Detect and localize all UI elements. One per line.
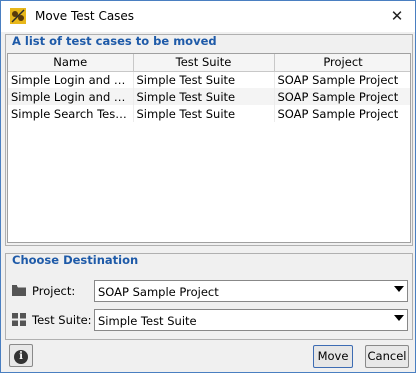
- move-button[interactable]: Move: [313, 345, 353, 368]
- title-bar: Move Test Cases ✕: [1, 1, 415, 32]
- app-icon: [10, 8, 26, 24]
- table-row[interactable]: Simple Search TestCa... Simple Test Suit…: [8, 105, 410, 122]
- chevron-down-icon[interactable]: [394, 286, 404, 292]
- cell-name: Simple Search TestCa...: [8, 105, 134, 122]
- test-suite-label: Test Suite:: [32, 313, 92, 327]
- project-row: Project: SOAP Sample Project: [12, 280, 408, 302]
- cell-test-suite: Simple Test Suite: [133, 88, 275, 105]
- choose-destination-group: Choose Destination Project: SOAP Sample …: [5, 253, 413, 340]
- window-title: Move Test Cases: [35, 9, 135, 23]
- test-suite-select[interactable]: Simple Test Suite: [94, 309, 408, 331]
- cell-project: SOAP Sample Project: [274, 88, 410, 105]
- cell-name: Simple Login and Lo...: [8, 88, 134, 105]
- close-icon[interactable]: ✕: [387, 7, 407, 27]
- column-header-name[interactable]: Name: [8, 54, 134, 72]
- project-select[interactable]: SOAP Sample Project: [94, 280, 408, 302]
- cell-project: SOAP Sample Project: [274, 105, 410, 122]
- table-header-row: Name Test Suite Project: [8, 54, 410, 72]
- cancel-button[interactable]: Cancel: [365, 345, 409, 368]
- folder-icon: [12, 285, 26, 296]
- project-label: Project:: [32, 284, 76, 298]
- test-cases-group: A list of test cases to be moved Name Te…: [5, 34, 413, 246]
- cell-test-suite: Simple Test Suite: [133, 105, 275, 122]
- table-row[interactable]: Simple Login and Lo... Simple Test Suite…: [8, 71, 410, 88]
- test-suite-row: Test Suite: Simple Test Suite: [12, 309, 408, 331]
- cell-test-suite: Simple Test Suite: [133, 71, 275, 88]
- test-cases-table[interactable]: Name Test Suite Project Simple Login and…: [7, 53, 411, 243]
- test-cases-group-title: A list of test cases to be moved: [12, 34, 217, 48]
- test-suite-select-value: Simple Test Suite: [98, 314, 197, 328]
- chevron-down-icon[interactable]: [394, 315, 404, 321]
- column-header-test-suite[interactable]: Test Suite: [133, 54, 275, 72]
- move-test-cases-dialog: Move Test Cases ✕ A list of test cases t…: [0, 0, 416, 373]
- cell-name: Simple Login and Lo...: [8, 71, 134, 88]
- info-icon: i: [14, 350, 28, 364]
- help-button[interactable]: i: [9, 344, 33, 367]
- column-header-project[interactable]: Project: [274, 54, 410, 72]
- cell-project: SOAP Sample Project: [274, 71, 410, 88]
- project-select-value: SOAP Sample Project: [98, 285, 219, 299]
- choose-destination-title: Choose Destination: [12, 253, 139, 267]
- grid-icon: [12, 313, 26, 326]
- table-row[interactable]: Simple Login and Lo... Simple Test Suite…: [8, 88, 410, 105]
